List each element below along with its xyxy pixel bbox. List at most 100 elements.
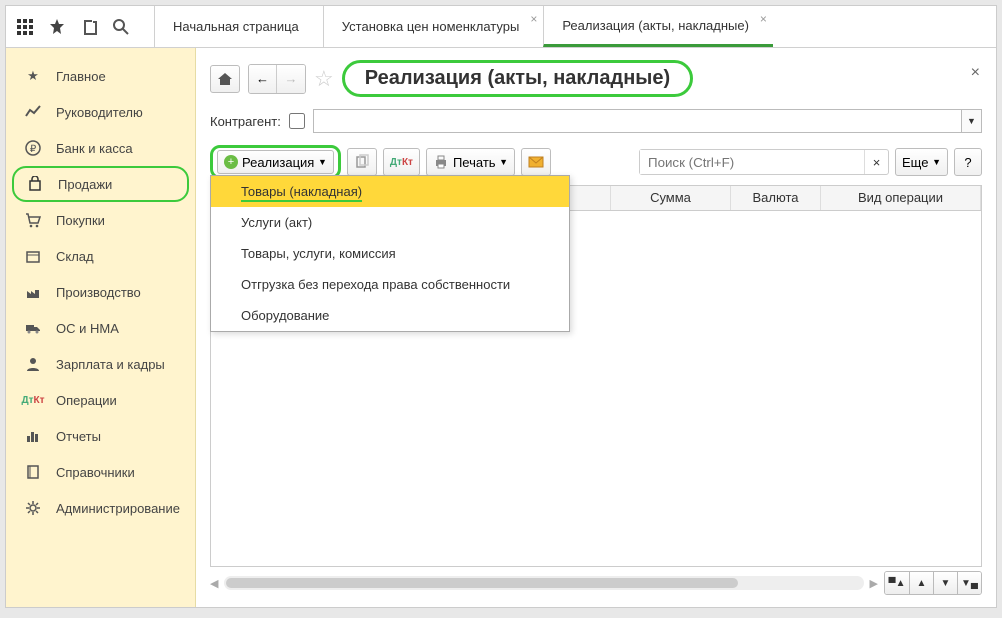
col-operation[interactable]: Вид операции: [821, 186, 981, 210]
scrollbar[interactable]: [224, 576, 863, 590]
book-icon: [24, 464, 42, 480]
sidebar-item-warehouse[interactable]: Склад: [6, 238, 195, 274]
page-title: Реализация (акты, накладные): [342, 60, 693, 97]
col-currency[interactable]: Валюта: [731, 186, 821, 210]
copy-button[interactable]: [347, 148, 377, 176]
dropdown-item-shipment[interactable]: Отгрузка без перехода права собственност…: [211, 269, 569, 300]
clear-icon[interactable]: ×: [864, 150, 888, 174]
realize-label: Реализация: [242, 155, 314, 170]
nav-first-icon[interactable]: ▀▲: [885, 572, 909, 594]
toolbar: +Реализация ▼ ДтКт Печать ▼ × Еще ▼ ? То…: [210, 145, 982, 179]
nav-down-icon[interactable]: ▼: [933, 572, 957, 594]
close-icon[interactable]: ×: [760, 12, 767, 26]
more-label: Еще: [902, 155, 928, 170]
sidebar-item-label: Отчеты: [56, 429, 101, 444]
col-sum[interactable]: Сумма: [611, 186, 731, 210]
sidebar-item-label: Главное: [56, 69, 106, 84]
sidebar-item-admin[interactable]: Администрирование: [6, 490, 195, 526]
dropdown-item-equipment[interactable]: Оборудование: [211, 300, 569, 331]
apps-icon[interactable]: [16, 18, 34, 36]
counterparty-checkbox[interactable]: [289, 113, 305, 129]
sidebar-item-label: Справочники: [56, 465, 135, 480]
star-icon: ★: [24, 68, 42, 84]
chevron-down-icon: ▼: [932, 157, 941, 167]
tab-label: Установка цен номенклатуры: [342, 19, 520, 34]
sidebar-item-label: Производство: [56, 285, 141, 300]
search-input[interactable]: ×: [639, 149, 889, 175]
sidebar-item-sales[interactable]: Продажи: [12, 166, 189, 202]
favorite-icon[interactable]: ☆: [314, 66, 334, 92]
dropdown-item-services[interactable]: Услуги (акт): [211, 207, 569, 238]
tab-label: Реализация (акты, накладные): [562, 18, 749, 33]
sidebar-item-manager[interactable]: Руководителю: [6, 94, 195, 130]
chevron-down-icon: ▼: [318, 157, 327, 167]
dropdown-item-label: Услуги (акт): [241, 215, 312, 230]
nav-up-icon[interactable]: ▲: [909, 572, 933, 594]
search-field[interactable]: [640, 150, 864, 174]
counterparty-field[interactable]: [314, 110, 961, 132]
scrollbar-thumb[interactable]: [226, 578, 737, 588]
realize-button[interactable]: +Реализация ▼: [217, 150, 334, 174]
tabs: Начальная страница Установка цен номенкл…: [154, 6, 996, 47]
sidebar-item-label: Операции: [56, 393, 117, 408]
sidebar-item-label: Покупки: [56, 213, 105, 228]
mail-button[interactable]: [521, 148, 551, 176]
forward-button[interactable]: →: [277, 65, 305, 93]
sidebar-item-production[interactable]: Производство: [6, 274, 195, 310]
sidebar-item-hr[interactable]: Зарплата и кадры: [6, 346, 195, 382]
dtkt-icon: ДтКт: [24, 395, 42, 406]
scroll-right-icon[interactable]: ▶: [870, 577, 878, 590]
back-button[interactable]: ←: [249, 65, 277, 93]
home-button[interactable]: [210, 65, 240, 93]
sidebar-item-label: Продажи: [58, 177, 112, 192]
print-button[interactable]: Печать ▼: [426, 148, 515, 176]
sidebar-item-label: Руководителю: [56, 105, 143, 120]
sidebar-item-label: Склад: [56, 249, 94, 264]
sidebar-item-label: Администрирование: [56, 501, 180, 516]
dropdown-item-mixed[interactable]: Товары, услуги, комиссия: [211, 238, 569, 269]
close-icon[interactable]: ×: [530, 12, 537, 26]
sidebar-item-assets[interactable]: ОС и НМА: [6, 310, 195, 346]
content: × ← → ☆ Реализация (акты, накладные) Кон…: [196, 48, 996, 607]
sidebar-item-reports[interactable]: Отчеты: [6, 418, 195, 454]
print-label: Печать: [453, 155, 496, 170]
sidebar-item-bank[interactable]: ₽ Банк и касса: [6, 130, 195, 166]
tab-prices[interactable]: Установка цен номенклатуры ×: [323, 6, 544, 47]
dropdown-item-label: Оборудование: [241, 308, 329, 323]
sidebar-item-label: ОС и НМА: [56, 321, 119, 336]
realize-dropdown-menu: Товары (накладная) Услуги (акт) Товары, …: [210, 175, 570, 332]
chevron-down-icon[interactable]: ▼: [961, 110, 981, 132]
svg-text:₽: ₽: [30, 144, 37, 155]
bag-icon: [26, 176, 44, 192]
ruble-icon: ₽: [24, 140, 42, 156]
factory-icon: [24, 284, 42, 300]
sidebar-item-purchases[interactable]: Покупки: [6, 202, 195, 238]
sidebar-item-operations[interactable]: ДтКт Операции: [6, 382, 195, 418]
truck-icon: [24, 320, 42, 336]
counterparty-input[interactable]: ▼: [313, 109, 982, 133]
sidebar-item-main[interactable]: ★ Главное: [6, 58, 195, 94]
search-icon[interactable]: [112, 18, 130, 36]
history-icon[interactable]: [80, 18, 98, 36]
dtkt-button[interactable]: ДтКт: [383, 148, 420, 176]
nav-last-icon[interactable]: ▼▄: [957, 572, 981, 594]
topbar: Начальная страница Установка цен номенкл…: [6, 6, 996, 48]
scroll-left-icon[interactable]: ◀: [210, 577, 218, 590]
person-icon: [24, 356, 42, 372]
more-button[interactable]: Еще ▼: [895, 148, 948, 176]
dropdown-item-label: Товары (накладная): [241, 184, 362, 202]
sidebar-item-label: Банк и касса: [56, 141, 133, 156]
star-icon[interactable]: [48, 18, 66, 36]
tab-home[interactable]: Начальная страница: [154, 6, 323, 47]
box-icon: [24, 248, 42, 264]
realize-dropdown-highlight: +Реализация ▼: [210, 145, 341, 179]
dropdown-item-goods[interactable]: Товары (накладная): [211, 176, 569, 207]
tab-sales[interactable]: Реализация (акты, накладные) ×: [543, 6, 773, 47]
gear-icon: [24, 500, 42, 516]
close-icon[interactable]: ×: [971, 64, 980, 82]
sidebar-item-references[interactable]: Справочники: [6, 454, 195, 490]
cart-icon: [24, 212, 42, 228]
help-button[interactable]: ?: [954, 148, 982, 176]
chart-icon: [24, 104, 42, 120]
dropdown-item-label: Товары, услуги, комиссия: [241, 246, 396, 261]
